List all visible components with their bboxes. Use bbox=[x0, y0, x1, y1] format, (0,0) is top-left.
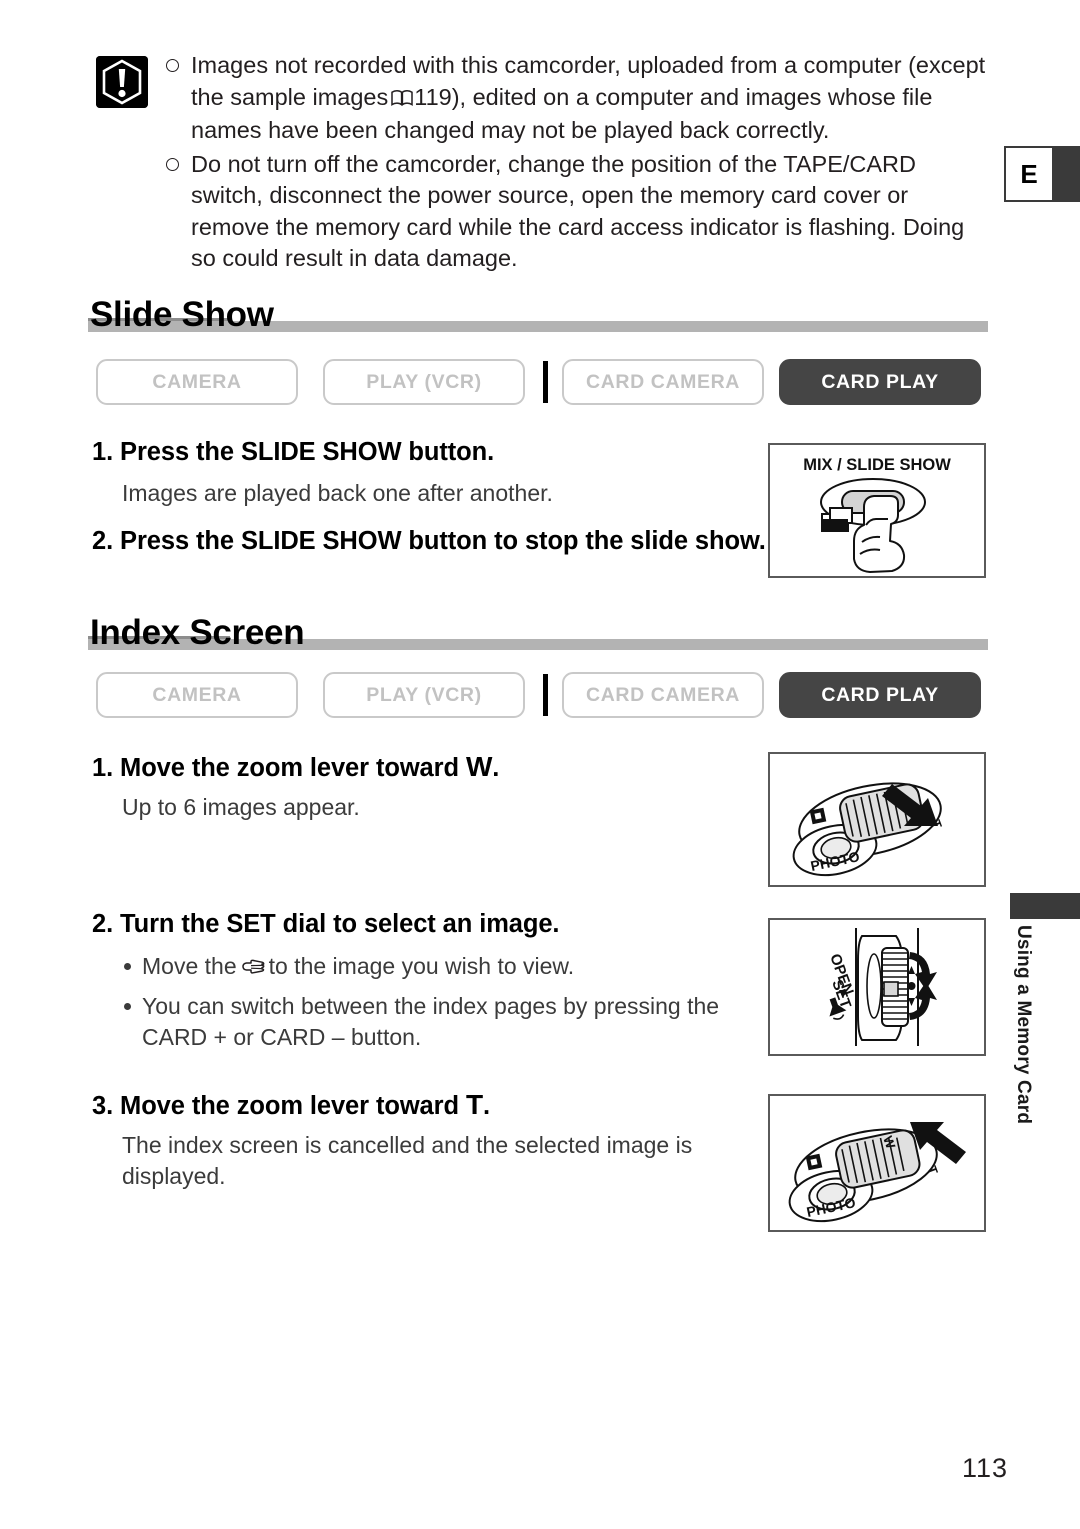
step-title-index-3: 3. Move the zoom lever toward T. bbox=[92, 1089, 490, 1121]
zoom-key-w: W bbox=[465, 751, 493, 782]
step-title-index-1: 1. Move the zoom lever toward W. bbox=[92, 751, 499, 783]
notes-list: Images not recorded with this camcorder,… bbox=[164, 50, 986, 275]
bullet-text: You can switch between the index pages b… bbox=[142, 993, 720, 1050]
section-heading-slide-show: Slide Show bbox=[88, 288, 988, 334]
edge-tab-language: E bbox=[1004, 146, 1080, 202]
pointing-hand-icon bbox=[241, 955, 265, 986]
edge-tab-letter: E bbox=[1006, 148, 1052, 200]
note-text: Do not turn off the camcorder, change th… bbox=[191, 150, 965, 272]
note-bullet-icon bbox=[166, 59, 179, 72]
mode-button-card-play[interactable]: CARD PLAY bbox=[779, 359, 981, 405]
edge-tab-chapter-marker bbox=[1010, 893, 1080, 919]
mode-separator bbox=[543, 674, 548, 716]
mode-button-card-camera[interactable]: CARD CAMERA bbox=[562, 672, 764, 718]
mode-button-camera[interactable]: CAMERA bbox=[96, 672, 298, 718]
svg-text:MIX / SLIDE SHOW: MIX / SLIDE SHOW bbox=[803, 456, 951, 474]
section-title: Slide Show bbox=[90, 295, 274, 334]
section-heading-index-screen: Index Screen bbox=[88, 606, 988, 652]
book-icon bbox=[391, 84, 413, 116]
note-item: Do not turn off the camcorder, change th… bbox=[164, 149, 986, 275]
bullet-dot-icon bbox=[124, 963, 131, 970]
step-bullet-index-2b: You can switch between the index pages b… bbox=[122, 991, 784, 1053]
step-title-index-1-end: . bbox=[492, 754, 500, 782]
notes-block: Images not recorded with this camcorder,… bbox=[96, 50, 986, 277]
step-title-slideshow-2: 2. Press the SLIDE SHOW button to stop t… bbox=[92, 527, 766, 555]
mix-slide-show-button-illustration: MIX / SLIDE SHOW bbox=[768, 443, 986, 578]
set-dial-illustration: OPEN SET bbox=[768, 918, 986, 1056]
step-body-index-1: Up to 6 images appear. bbox=[122, 794, 360, 820]
step-title-index-2-main: 2. Turn the SET dial to select an image. bbox=[92, 910, 560, 938]
step-title-index-1-main: 1. Move the zoom lever toward bbox=[92, 754, 466, 782]
note-ref-page: 119 bbox=[414, 83, 452, 110]
mode-separator bbox=[543, 361, 548, 403]
step-title-slideshow-1: 1. Press the SLIDE SHOW button. bbox=[92, 438, 495, 466]
zoom-lever-tele-illustration: PHOTO W T bbox=[768, 1094, 986, 1232]
mode-button-camera[interactable]: CAMERA bbox=[96, 359, 298, 405]
mode-button-play-vcr[interactable]: PLAY (VCR) bbox=[323, 672, 525, 718]
step-title-index-2: 2. Turn the SET dial to select an image. bbox=[92, 910, 559, 939]
bullet-text-before: Move the bbox=[142, 953, 237, 979]
warning-exclamation-icon bbox=[96, 56, 148, 108]
section-title: Index Screen bbox=[90, 613, 305, 652]
note-bullet-icon bbox=[166, 157, 179, 171]
step-bullet-index-2a: Move the to the image you wish to view. bbox=[122, 951, 782, 986]
chapter-side-caption: Using a Memory Card bbox=[1013, 925, 1034, 1125]
step-body-slideshow-1: Images are played back one after another… bbox=[122, 480, 553, 506]
step-title-index-3-main: 3. Move the zoom lever toward bbox=[92, 1092, 466, 1120]
bullet-dot-icon bbox=[124, 1003, 131, 1010]
step-body-index-3: The index screen is cancelled and the se… bbox=[122, 1132, 693, 1189]
zoom-key-t: T bbox=[465, 1089, 483, 1120]
bullet-text-after: to the image you wish to view. bbox=[268, 953, 575, 979]
mode-button-card-play[interactable]: CARD PLAY bbox=[779, 672, 981, 718]
mode-button-card-camera[interactable]: CARD CAMERA bbox=[562, 359, 764, 405]
page-number: 113 bbox=[961, 1453, 1008, 1483]
note-item: Images not recorded with this camcorder,… bbox=[164, 50, 986, 147]
zoom-lever-wide-illustration: PHOTO W T bbox=[768, 752, 986, 887]
mode-button-play-vcr[interactable]: PLAY (VCR) bbox=[323, 359, 525, 405]
step-title-index-3-end: . bbox=[482, 1092, 490, 1120]
